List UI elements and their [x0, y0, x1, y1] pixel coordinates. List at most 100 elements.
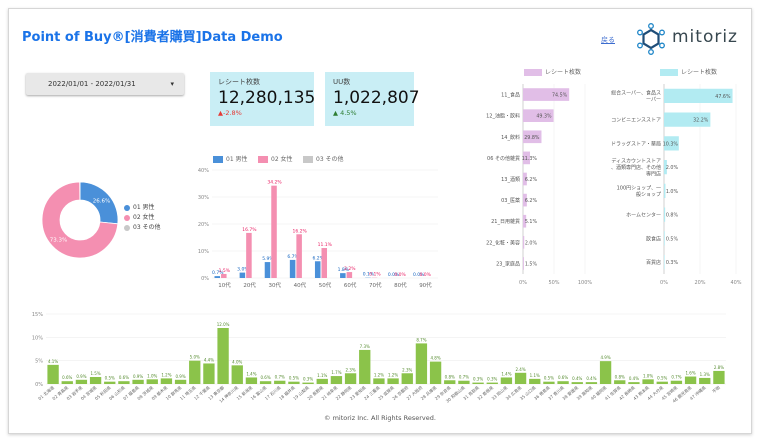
category-label: ホームセンター: [626, 212, 661, 219]
prefecture-bar-label: 1.5%: [90, 371, 100, 376]
age-bar: [321, 248, 328, 278]
category-legend: レシート枚数: [524, 67, 581, 76]
category-label: 百貨店: [646, 259, 661, 266]
prefecture-bar-label: 0.3%: [487, 377, 497, 382]
x-tick-label: 20代: [243, 281, 256, 289]
chevron-down-icon: ▾: [170, 80, 174, 88]
x-tick-label: 40代: [294, 281, 307, 289]
hbar-label: 6.2%: [525, 198, 538, 204]
prefecture-bar: [330, 376, 343, 384]
x-tick-label: 0%: [519, 280, 527, 286]
prefecture-bar-label: 0.7%: [275, 375, 285, 380]
prefecture-bar-label: 0.3%: [303, 377, 313, 382]
kpi-title: UU数: [333, 78, 351, 86]
prefecture-bar: [684, 376, 697, 384]
date-range-picker[interactable]: 2022/01/01 - 2022/01/31 ▾: [26, 73, 184, 95]
prefecture-bar-label: 0.7%: [671, 375, 681, 380]
prefecture-bar-label: 1.0%: [147, 373, 157, 378]
prefecture-bar-label: 0.9%: [76, 374, 86, 379]
store-type-bar-chart: 0% 20% 40% 総合スーパー、食品スーパー 47.6% コンビニエンスストア 32.2…: [611, 84, 742, 286]
prefecture-bar-label: 0.9%: [175, 374, 185, 379]
prefecture-bar-label: 4.8%: [430, 356, 440, 361]
prefecture-bar-label: 0.8%: [445, 374, 455, 379]
x-tick-label: 10代: [218, 281, 231, 289]
prefecture-bar: [514, 372, 527, 384]
prefecture-bar-label: 0.6%: [119, 375, 129, 380]
prefecture-bar-label: 0.7%: [459, 375, 469, 380]
age-bar-label: 16.7%: [242, 227, 257, 233]
age-bar: [221, 273, 227, 278]
prefecture-bar-label: 4.0%: [232, 359, 242, 364]
donut-slice-label: 26.6%: [93, 199, 110, 205]
age-legend-female: 02 女性: [258, 154, 293, 163]
hbar-label: 2.0%: [666, 165, 679, 171]
date-range-label: 2022/01/01 - 2022/01/31: [48, 80, 136, 88]
prefecture-bar-label: 4.4%: [204, 357, 214, 362]
prefecture-bar-label: 1.4%: [501, 371, 511, 376]
category-bar-chart: 0% 50% 100% 11_食品 74.5% 12_油脂・飲料 49.3% 14_飲料 29.…: [486, 84, 592, 286]
prefecture-bar-label: 1.4%: [246, 371, 256, 376]
x-tick-label: 80代: [394, 281, 407, 289]
kpi-delta: ▲-2.8%: [218, 109, 242, 117]
x-tick-label: 20%: [694, 280, 705, 286]
prefecture-bar-label: 1.2%: [374, 372, 384, 377]
prefecture-bar: [713, 370, 725, 384]
hbar-label: 32.2%: [693, 118, 709, 124]
prefecture-bar: [486, 382, 498, 384]
prefecture-bar-label: 0.6%: [62, 375, 72, 380]
y-tick-label: 40%: [198, 168, 209, 174]
category-label: 06 その他雑貨: [487, 155, 520, 162]
hbar-label: 74.5%: [552, 93, 568, 99]
prefecture-bar-label: 7.3%: [360, 344, 370, 349]
age-bar: [314, 261, 321, 278]
category-label: 23_家庭品: [496, 260, 520, 267]
prefecture-bar: [47, 364, 59, 384]
return-link[interactable]: 戻る: [601, 35, 615, 45]
prefecture-bar: [373, 378, 385, 384]
category-label: 総合スーパー、食品ス: [611, 90, 661, 97]
store-legend: レシート枚数: [660, 67, 717, 76]
prefecture-bar-label: 1.3%: [700, 372, 710, 377]
prefecture-bar: [118, 381, 130, 384]
prefecture-bar-label: 8.7%: [416, 337, 426, 342]
hbar-label: 0.8%: [666, 213, 679, 219]
donut-slice-label: 73.3%: [50, 238, 67, 244]
prefecture-bar: [359, 349, 371, 384]
category-label: 14_飲料: [501, 134, 520, 141]
age-bar-label: 2.2%: [344, 266, 356, 272]
hbar: [664, 231, 665, 246]
category-label: 03_医薬: [501, 197, 520, 204]
prefecture-bar-label: 0.5%: [289, 376, 299, 381]
prefecture-bar: [217, 328, 229, 384]
y-tick-label: 30%: [198, 195, 209, 201]
age-bar: [346, 272, 353, 278]
x-tick-label: 50代: [319, 281, 332, 289]
hbar-label: 1.5%: [525, 261, 538, 267]
prefecture-bar: [614, 380, 626, 384]
age-bar: [340, 273, 346, 278]
hbar-label: 2.0%: [525, 240, 538, 246]
y-tick-label: 15%: [32, 312, 43, 318]
prefecture-bar-label: 1.1%: [317, 373, 327, 378]
hbar: [664, 255, 665, 270]
prefecture-bar: [89, 377, 102, 384]
kpi-receipts-card: レシート枚数 12,280,135 ▲-2.8%: [210, 72, 315, 126]
kpi-uu-card: UU数 1,022,807 ▲ 4.5%: [325, 72, 420, 126]
hbar: [523, 257, 524, 270]
mitoriz-logo-icon: [637, 23, 665, 55]
age-bar: [214, 276, 221, 278]
category-label: 般ショップ: [636, 191, 661, 198]
prefecture-bar-label: 0.6%: [558, 375, 568, 380]
prefecture-bar-label: 0.9%: [133, 374, 143, 379]
age-bar-label: 0.0%: [394, 272, 406, 278]
category-label: 飲食店: [646, 235, 661, 242]
age-bar: [296, 234, 302, 278]
category-label: 11_食品: [501, 92, 520, 99]
prefecture-bar-label: 4.9%: [600, 355, 610, 360]
x-tick-label: 不明: [711, 385, 721, 395]
prefecture-bar: [288, 381, 300, 384]
prefecture-bar: [274, 380, 286, 384]
prefecture-bar-label: 0.8%: [615, 374, 625, 379]
prefecture-bar: [316, 378, 328, 384]
hbar-label: 49.3%: [536, 114, 552, 120]
